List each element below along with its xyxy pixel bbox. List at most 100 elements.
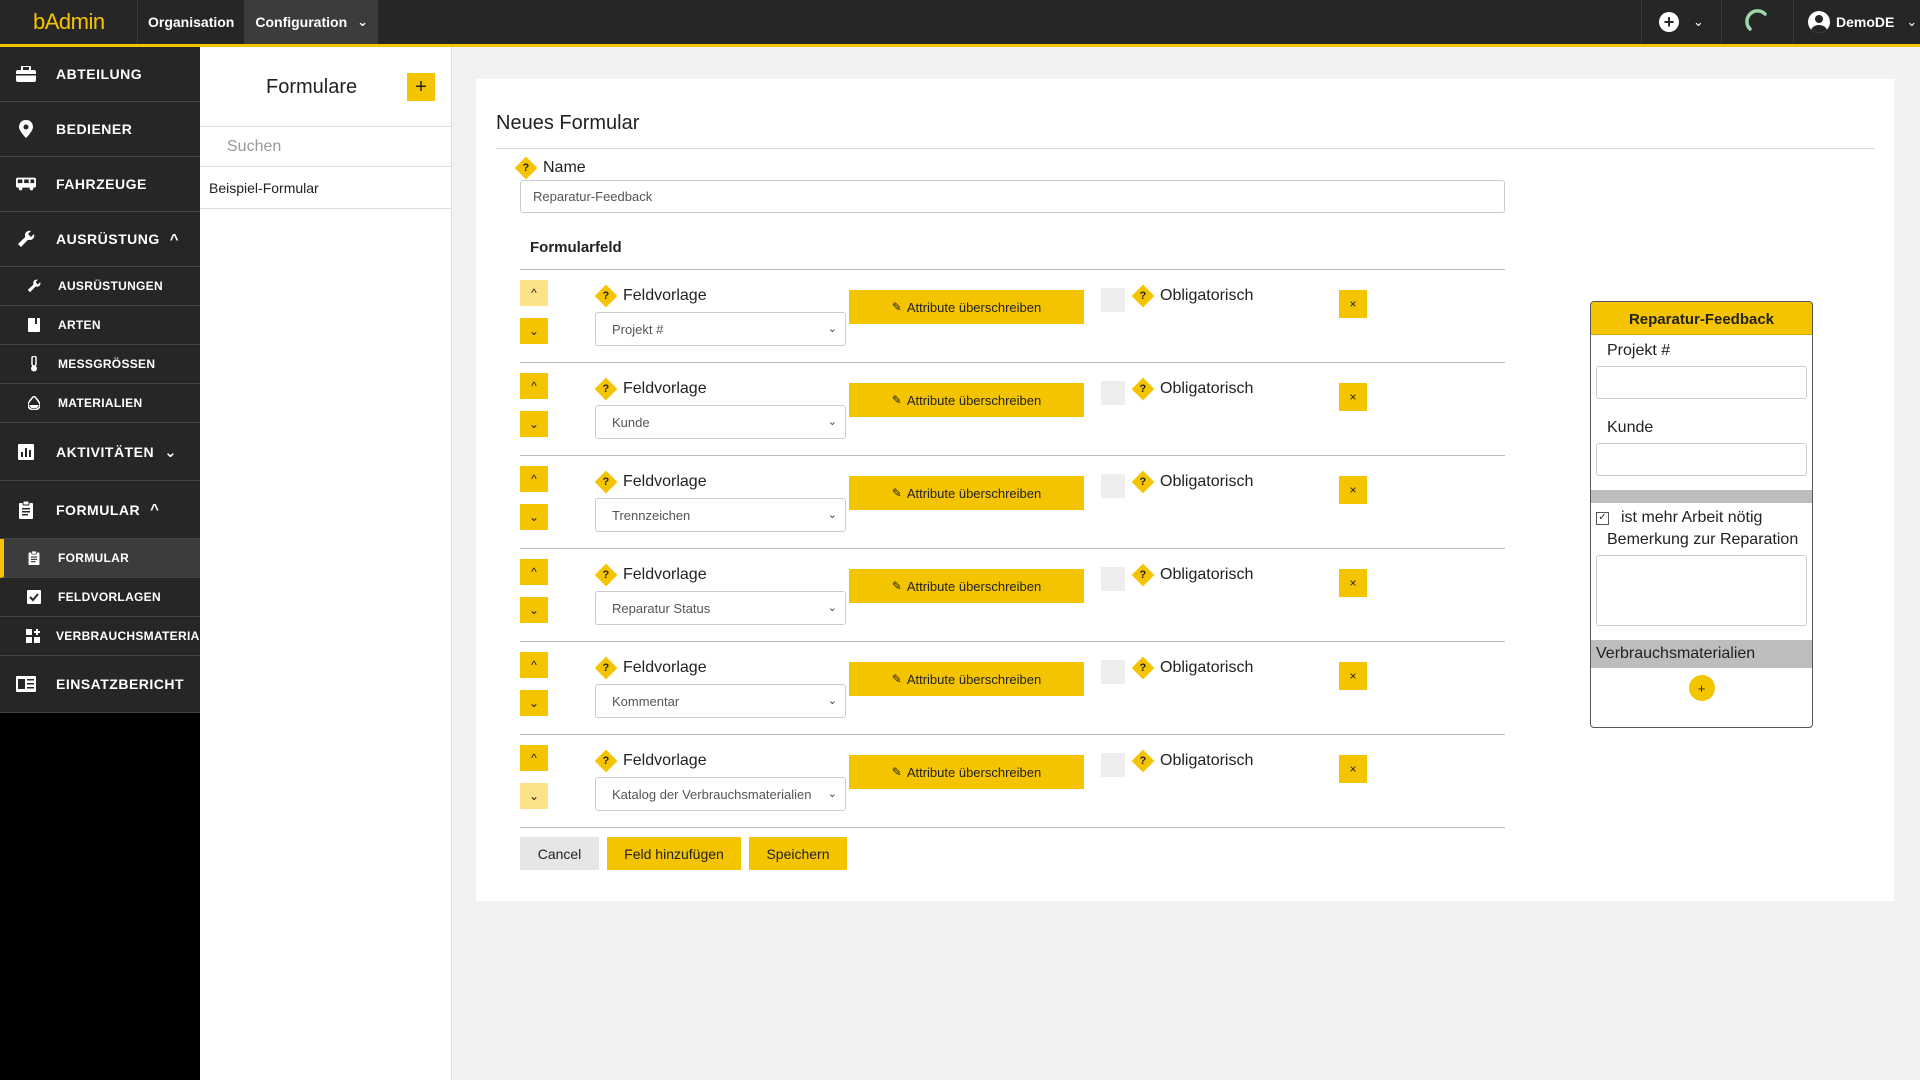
sidebar-item-aktivitaeten[interactable]: AKTIVITÄTEN ⌄ [0, 423, 200, 481]
sidebar-item-formular[interactable]: FORMULAR [0, 539, 200, 578]
move-up-button[interactable]: ^ [520, 652, 548, 678]
move-up-button[interactable]: ^ [520, 745, 548, 771]
remove-field-button[interactable]: × [1339, 755, 1367, 783]
field-row: ^ ⌄ ? Feldvorlage Kunde ⌄ ✎ Attribute üb… [520, 363, 1505, 456]
nav-configuration[interactable]: Configuration ⌄ [244, 0, 379, 44]
add-form-button[interactable]: + [407, 73, 435, 101]
help-icon[interactable]: ? [594, 377, 618, 401]
move-down-button[interactable]: ⌄ [520, 504, 548, 530]
wrench-icon [16, 230, 36, 248]
help-icon[interactable]: ? [1131, 377, 1155, 401]
obligatorisch-label: ? Obligatorisch [1131, 563, 1254, 587]
feldvorlage-label: ? Feldvorlage [594, 749, 707, 773]
list-item[interactable]: Beispiel-Formular [200, 167, 451, 209]
save-button[interactable]: Speichern [749, 837, 847, 870]
name-input[interactable] [520, 180, 1505, 213]
help-icon[interactable]: ? [594, 656, 618, 680]
help-icon[interactable]: ? [1131, 284, 1155, 308]
override-attributes-button[interactable]: ✎ Attribute überschreiben [849, 476, 1084, 510]
feldvorlage-select[interactable]: Kommentar ⌄ [595, 684, 846, 718]
remove-field-button[interactable]: × [1339, 662, 1367, 690]
obligatorisch-checkbox[interactable] [1101, 474, 1125, 498]
move-down-button[interactable]: ⌄ [520, 318, 548, 344]
obligatorisch-checkbox[interactable] [1101, 567, 1125, 591]
move-down-button[interactable]: ⌄ [520, 690, 548, 716]
user-name: DemoDE [1836, 14, 1895, 30]
override-attributes-button[interactable]: ✎ Attribute überschreiben [849, 662, 1084, 696]
search-input[interactable] [200, 127, 451, 167]
user-menu[interactable]: DemoDE ⌄ [1793, 0, 1920, 44]
chevron-down-icon: ⌄ [528, 789, 540, 803]
feldvorlage-select[interactable]: Reparatur Status ⌄ [595, 591, 846, 625]
sidebar-item-fahrzeuge[interactable]: FAHRZEUGE [0, 157, 200, 212]
obligatorisch-checkbox[interactable] [1101, 660, 1125, 684]
feldvorlage-select[interactable]: Kunde ⌄ [595, 405, 846, 439]
move-up-button[interactable]: ^ [520, 373, 548, 399]
pencil-icon: ✎ [891, 393, 902, 407]
sidebar-item-messgroessen[interactable]: MESSGRÖSSEN [0, 345, 200, 384]
feldvorlage-select[interactable]: Trennzeichen ⌄ [595, 498, 846, 532]
help-icon[interactable]: ? [1131, 563, 1155, 587]
add-field-button[interactable]: Feld hinzufügen [607, 837, 741, 870]
sidebar-item-feldvorlagen[interactable]: FELDVORLAGEN [0, 578, 200, 617]
move-down-button[interactable]: ⌄ [520, 597, 548, 623]
obligatorisch-label-text: Obligatorisch [1160, 566, 1254, 583]
preview-add-button[interactable]: + [1688, 675, 1715, 701]
cancel-button[interactable]: Cancel [520, 837, 599, 870]
move-up-button[interactable]: ^ [520, 466, 548, 492]
page-title: Neues Formular [496, 112, 640, 134]
feldvorlage-label-text: Feldvorlage [623, 566, 707, 583]
remove-field-button[interactable]: × [1339, 290, 1367, 318]
obligatorisch-checkbox[interactable] [1101, 381, 1125, 405]
feldvorlage-select[interactable]: Projekt # ⌄ [595, 312, 846, 346]
sidebar-item-arten[interactable]: ARTEN [0, 306, 200, 345]
move-up-button[interactable]: ^ [520, 559, 548, 585]
override-attributes-button[interactable]: ✎ Attribute überschreiben [849, 755, 1084, 789]
help-icon[interactable]: ? [1131, 749, 1155, 773]
remove-field-button[interactable]: × [1339, 569, 1367, 597]
help-icon[interactable]: ? [594, 470, 618, 494]
checkbox-checked-icon[interactable]: ✓ [1596, 511, 1609, 525]
preview-input[interactable] [1596, 443, 1807, 476]
close-icon: × [1349, 297, 1357, 311]
app-logo[interactable]: bAdmin [0, 0, 137, 44]
sidebar-item-verbrauchsmaterialien[interactable]: VERBRAUCHSMATERIALIEN [0, 617, 200, 656]
help-icon[interactable]: ? [594, 284, 618, 308]
sidebar-item-bediener[interactable]: BEDIENER [0, 102, 200, 157]
help-icon[interactable]: ? [1131, 656, 1155, 680]
nav-organisation[interactable]: Organisation [137, 0, 244, 44]
clipboard-icon [26, 549, 42, 567]
move-up-button[interactable]: ^ [520, 280, 548, 306]
help-icon[interactable]: ? [594, 749, 618, 773]
sidebar-item-ausruestungen[interactable]: AUSRÜSTUNGEN [0, 267, 200, 306]
sidebar-item-formular-group[interactable]: FORMULAR ^ [0, 481, 200, 539]
obligatorisch-checkbox[interactable] [1101, 753, 1125, 777]
move-down-button[interactable]: ⌄ [520, 411, 548, 437]
remove-field-button[interactable]: × [1339, 383, 1367, 411]
preview-input[interactable] [1596, 366, 1807, 399]
close-icon: × [1349, 669, 1357, 683]
sidebar-item-ausruestung[interactable]: AUSRÜSTUNG ^ [0, 212, 200, 267]
override-attributes-button[interactable]: ✎ Attribute überschreiben [849, 569, 1084, 603]
chevron-up-icon: ^ [531, 751, 537, 765]
nav-configuration-label: Configuration [255, 14, 348, 30]
sidebar-item-einsatzbericht[interactable]: EINSATZBERICHT [0, 656, 200, 713]
obligatorisch-checkbox[interactable] [1101, 288, 1125, 312]
sync-status-indicator[interactable] [1721, 0, 1793, 44]
help-icon[interactable]: ? [1131, 470, 1155, 494]
pencil-icon: ✎ [891, 300, 902, 314]
help-icon[interactable]: ? [594, 563, 618, 587]
chevron-down-icon: ⌄ [827, 416, 837, 428]
move-down-button[interactable]: ⌄ [520, 783, 548, 809]
create-menu-button[interactable]: + ⌄ [1641, 0, 1721, 44]
sidebar-item-abteilung[interactable]: ABTEILUNG [0, 47, 200, 102]
sidebar-item-materialien[interactable]: MATERIALIEN [0, 384, 200, 423]
override-attributes-button[interactable]: ✎ Attribute überschreiben [849, 290, 1084, 324]
feldvorlage-select[interactable]: Katalog der Verbrauchsmaterialien ⌄ [595, 777, 846, 811]
field-row: ^ ⌄ ? Feldvorlage Reparatur Status ⌄ ✎ A… [520, 549, 1505, 642]
preview-textarea[interactable] [1596, 555, 1807, 626]
help-icon[interactable]: ? [514, 156, 538, 180]
preview-field-label: Kunde [1607, 419, 1654, 436]
override-attributes-button[interactable]: ✎ Attribute überschreiben [849, 383, 1084, 417]
remove-field-button[interactable]: × [1339, 476, 1367, 504]
